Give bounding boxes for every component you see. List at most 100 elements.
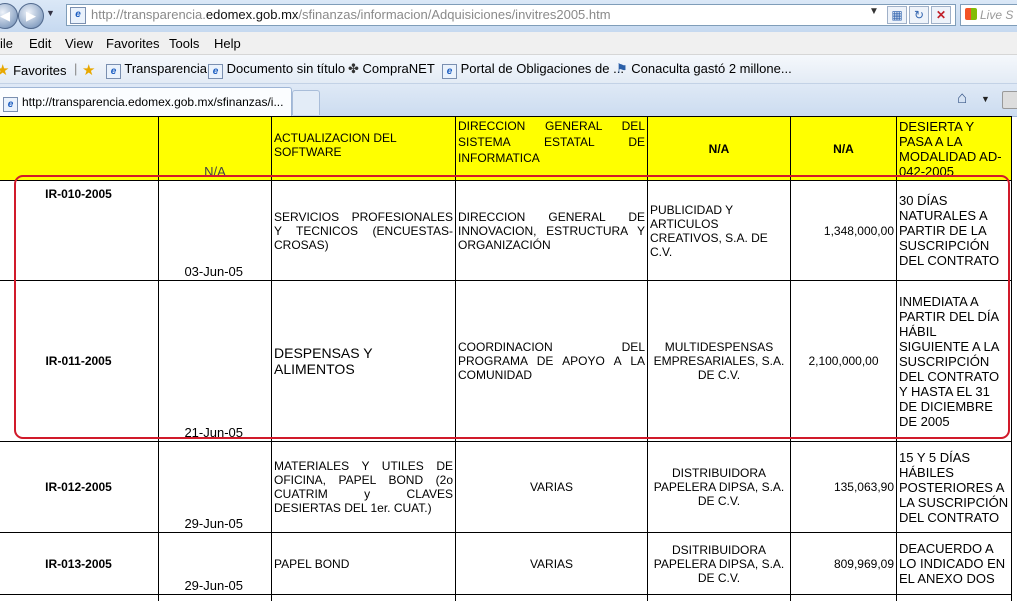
add-favorite-button[interactable]: ★ [82,61,95,79]
refresh-icon[interactable]: ↻ [909,6,929,24]
home-icon[interactable]: ⌂ [957,88,967,108]
description-cell: DESPENSAS Y ALIMENTOS [271,280,456,442]
compatibility-icon[interactable]: ▦ [887,6,907,24]
amount-cell: 809,969,09 [790,532,897,595]
amount-cell: 2,100,000,00 [790,280,897,442]
search-placeholder: Live S [980,8,1014,22]
area-cell [455,594,648,601]
fav-link-conaculta[interactable]: ⚑ Conaculta gastó 2 millone... [616,61,792,77]
description-cell: SERVICIOS PROFESIONALES Y TECNICOS (ENCU… [271,180,456,281]
fav-label: Portal de Obligaciones de ... [460,61,624,76]
date-cell: 21-Jun-05 [158,280,272,442]
date-cell: 29-Jun-05 [158,441,272,533]
terms-cell [896,594,1012,601]
back-button[interactable]: ◀ [0,3,18,29]
ie-page-icon: e [3,97,18,112]
id-cell: IR-010-2005 [0,180,159,281]
amount-cell: N/A [790,116,897,181]
amount-cell: 1,348,000,00 [790,180,897,281]
history-dropdown-icon[interactable]: ▼ [46,8,55,18]
supplier-cell: MULTIDESPENSAS EMPRESARIALES, S.A. DE C.… [647,280,791,442]
menu-favorites[interactable]: Favorites [106,36,159,51]
fav-link-documento[interactable]: e Documento sin título [208,61,345,79]
stop-icon[interactable]: ✕ [931,6,951,24]
terms-cell: 30 DÍAS NATURALES A PARTIR DE LA SUSCRIP… [896,180,1012,281]
new-tab-button[interactable] [292,90,320,115]
favorites-label: Favorites [13,63,67,78]
supplier-cell [647,594,791,601]
ie-page-icon: e [442,64,457,79]
address-bar: ◀ ▶ ▼ e http://transparencia.edomex.gob.… [0,0,1017,33]
search-input[interactable]: Live S [960,4,1017,26]
ie-page-icon: e [70,7,86,24]
tab-title: http://transparencia.edomex.gob.mx/sfina… [22,95,284,109]
terms-cell: 15 Y 5 DÍAS HÁBILES POSTERIORES A LA SUS… [896,441,1012,533]
area-cell: COORDINACION DEL PROGRAMA DE APOYO A LA … [455,280,648,442]
favorites-bar: ★ Favorites | ★ e Transparencia e Docume… [0,55,1017,84]
page-content: N/A ACTUALIZACION DEL SOFTWARE DIRECCION… [0,116,1017,601]
menu-bar: ile Edit View Favorites Tools Help [0,32,1017,55]
url-dropdown-icon[interactable]: ▼ [869,6,879,17]
forward-button[interactable]: ▶ [18,3,44,29]
procurement-table: N/A ACTUALIZACION DEL SOFTWARE DIRECCION… [0,116,1012,601]
tab-bar: e http://transparencia.edomex.gob.mx/sfin… [0,84,1017,117]
description-cell: MATERIALES Y UTILES DE OFICINA, PAPEL BO… [271,441,456,533]
compranet-icon: ✤ [348,61,359,76]
date-cell [158,594,272,601]
terms-cell: DESIERTA Y PASA A LA MODALIDAD AD-042-20… [896,116,1012,181]
id-cell: IR-012-2005 [0,441,159,533]
table-row [0,594,1012,601]
tab-current[interactable]: e http://transparencia.edomex.gob.mx/sfin… [0,87,292,116]
area-cell: VARIAS [455,532,648,595]
menu-edit[interactable]: Edit [29,36,51,51]
table-row: IR-011-2005 21-Jun-05 DESPENSAS Y ALIMEN… [0,280,1012,442]
table-row: N/A ACTUALIZACION DEL SOFTWARE DIRECCION… [0,116,1012,181]
id-cell: IR-013-2005 [0,532,159,595]
area-cell: VARIAS [455,441,648,533]
url-input[interactable]: e http://transparencia.edomex.gob.mx/sfi… [66,4,956,26]
description-cell: ACTUALIZACION DEL SOFTWARE [271,116,456,181]
home-dropdown-icon[interactable]: ▼ [981,94,990,104]
browser-chrome: ◀ ▶ ▼ e http://transparencia.edomex.gob.… [0,0,1017,117]
live-search-icon [965,8,977,20]
ie-page-icon: e [208,64,223,79]
flag-icon: ⚑ [616,61,628,76]
table-row: IR-012-2005 29-Jun-05 MATERIALES Y UTILE… [0,441,1012,533]
amount-cell [790,594,897,601]
id-cell: IR-011-2005 [0,280,159,442]
menu-tools[interactable]: Tools [169,36,199,51]
divider: | [74,61,78,76]
terms-cell: INMEDIATA A PARTIR DEL DÍA HÁBIL SIGUIEN… [896,280,1012,442]
feeds-icon[interactable] [1002,91,1017,109]
supplier-cell: N/A [647,116,791,181]
url-domain: edomex.gob.mx [205,7,299,22]
fav-link-portal[interactable]: e Portal de Obligaciones de ... [442,61,624,79]
supplier-cell: DSITRIBUIDORA PAPELERA DIPSA, S.A. DE C.… [647,532,791,595]
table-row: IR-013-2005 29-Jun-05 PAPEL BOND VARIAS … [0,532,1012,595]
terms-cell: DEACUERDO A LO INDICADO EN EL ANEXO DOS [896,532,1012,595]
fav-label: Conaculta gastó 2 millone... [631,61,792,76]
ie-page-icon: e [106,64,121,79]
date-cell: 03-Jun-05 [158,180,272,281]
date-cell: 29-Jun-05 [158,532,272,595]
supplier-cell: PUBLICIDAD Y ARTICULOS CREATIVOS, S.A. D… [647,180,791,281]
fav-link-transparencia[interactable]: e Transparencia [106,61,207,79]
date-cell: N/A [158,116,272,181]
table-row: IR-010-2005 03-Jun-05 SERVICIOS PROFESIO… [0,180,1012,281]
id-cell [0,116,159,181]
fav-label: Documento sin título [226,61,346,76]
url-prefix: http://transparencia. [91,7,206,22]
menu-help[interactable]: Help [214,36,241,51]
star-icon: ★ [0,62,10,79]
description-cell [271,594,456,601]
url-path: /sfinanzas/informacion/Adquisiciones/inv… [298,7,611,22]
area-cell: DIRECCION GENERAL DEL SISTEMA ESTATAL DE… [455,116,648,181]
fav-label: CompraNET [362,61,435,76]
menu-view[interactable]: View [65,36,93,51]
amount-cell: 135,063,90 [790,441,897,533]
fav-link-compranet[interactable]: ✤ CompraNET [348,61,435,77]
menu-file[interactable]: ile [0,36,13,51]
id-cell [0,594,159,601]
fav-label: Transparencia [124,61,208,76]
favorites-button[interactable]: ★ Favorites [0,61,67,79]
